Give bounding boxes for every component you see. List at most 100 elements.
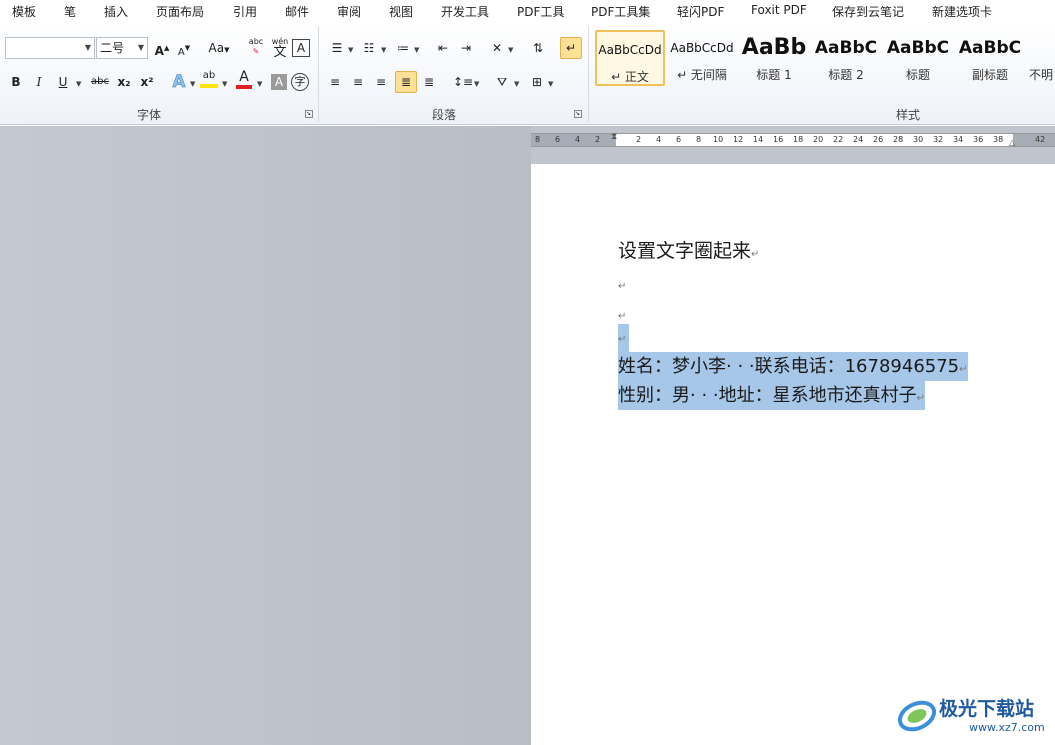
menu-item-view[interactable]: 视图: [389, 3, 413, 20]
menu-item-pdf-toolset[interactable]: PDF工具集: [591, 3, 650, 20]
doc-title-line[interactable]: 设置文字圈起来↵: [618, 236, 759, 263]
underline-button[interactable]: U: [52, 71, 74, 93]
subscript-button[interactable]: x₂: [113, 71, 135, 93]
chevron-down-icon[interactable]: ▼: [138, 38, 144, 58]
phonetic-guide-button[interactable]: wén 文: [269, 35, 291, 59]
highlight-dropdown-icon[interactable]: ▼: [222, 80, 227, 88]
style-preview: AaBbC: [886, 38, 950, 58]
ruler-tick: 42: [1035, 135, 1046, 144]
empty-paragraph[interactable]: ↵: [618, 304, 626, 323]
borders-button[interactable]: ⊞: [526, 71, 548, 93]
menu-item-save-cloud-note[interactable]: 保存到云笔记: [832, 3, 904, 20]
menu-item-template[interactable]: 模板: [12, 3, 36, 20]
numbering-dropdown-icon[interactable]: ▼: [381, 46, 386, 54]
menu-item-page-layout[interactable]: 页面布局: [156, 3, 204, 20]
line-spacing-dropdown-icon[interactable]: ▼: [474, 80, 479, 88]
shading-button[interactable]: ⛛: [491, 71, 513, 93]
style-no-spacing[interactable]: AaBbCcDd ↵ 无间隔: [667, 30, 737, 86]
underline-dropdown-icon[interactable]: ▼: [76, 80, 81, 88]
style-preview: AaBbCcDd: [598, 43, 662, 57]
right-indent-marker[interactable]: △: [1009, 138, 1015, 147]
font-dialog-launcher-icon[interactable]: ↘: [305, 110, 313, 118]
ruler-tick: 36: [973, 135, 984, 144]
chinese-layout-button[interactable]: ✕: [486, 37, 508, 59]
grow-font-button[interactable]: A▲: [151, 37, 173, 59]
ruler-tick: 16: [773, 135, 784, 144]
style-normal[interactable]: AaBbCcDd ↵ 正文: [595, 30, 665, 86]
gender-address-text: 性别：男· · ·地址：星系地市还真村子: [618, 385, 917, 406]
document-page[interactable]: 设置文字圈起来↵ ↵ ↵ ↵ 姓名：梦小李· · ·联系电话：167894657…: [531, 164, 1055, 745]
menu-item-lightpdf[interactable]: 轻闪PDF: [677, 3, 724, 20]
shading-dropdown-icon[interactable]: ▼: [514, 80, 519, 88]
change-case-button[interactable]: Aa▼: [204, 37, 234, 59]
selected-line-gender-address[interactable]: 性别：男· · ·地址：星系地市还真村子↵: [618, 381, 925, 410]
show-hide-marks-button[interactable]: ↵: [560, 37, 582, 59]
text-effect-button[interactable]: A: [168, 71, 190, 93]
ruler-tick: 6: [555, 135, 561, 144]
chevron-down-icon[interactable]: ▼: [85, 38, 91, 58]
italic-button[interactable]: I: [28, 71, 50, 93]
font-color-dropdown-icon[interactable]: ▼: [257, 80, 262, 88]
menu-item-insert[interactable]: 插入: [104, 3, 128, 20]
change-case-icon: Aa: [208, 41, 225, 55]
text-effect-dropdown-icon[interactable]: ▼: [190, 80, 195, 88]
distributed-button[interactable]: ≣: [418, 71, 440, 93]
bullets-dropdown-icon[interactable]: ▼: [348, 46, 353, 54]
justify-button[interactable]: ≣: [395, 71, 417, 93]
character-shading-button[interactable]: A: [271, 74, 287, 90]
ruler-area: 8 6 4 2 2 4 6 8 10 12 14 16 18 20 22 24 …: [531, 126, 1055, 164]
style-name: 标题 1: [756, 68, 792, 82]
bullets-button[interactable]: ☰: [326, 37, 348, 59]
selected-empty-paragraph[interactable]: ↵: [618, 324, 629, 352]
shrink-font-button[interactable]: A▼: [173, 37, 195, 59]
style-name: 不明: [1028, 68, 1053, 82]
style-heading-1[interactable]: AaBb 标题 1: [739, 30, 809, 86]
enclose-characters-button[interactable]: 字: [291, 73, 309, 91]
horizontal-ruler[interactable]: 8 6 4 2 2 4 6 8 10 12 14 16 18 20 22 24 …: [531, 132, 1055, 147]
menu-item-references[interactable]: 引用: [233, 3, 257, 20]
font-name-combo[interactable]: ▼: [5, 37, 95, 59]
paragraph-dialog-launcher-icon[interactable]: ↘: [574, 110, 582, 118]
first-line-indent-marker[interactable]: ⧗: [611, 132, 617, 142]
underline-icon: U: [58, 75, 68, 89]
highlight-button[interactable]: ab: [198, 69, 220, 91]
menu-item-review[interactable]: 审阅: [337, 3, 361, 20]
ruler-tick: 18: [793, 135, 804, 144]
style-subtle-emphasis[interactable]: 不明: [1027, 30, 1055, 86]
style-title[interactable]: AaBbC 标题: [883, 30, 953, 86]
font-color-button[interactable]: A: [233, 69, 255, 91]
font-size-combo[interactable]: 二号 ▼: [96, 37, 148, 59]
clear-format-icon: abc: [248, 37, 264, 46]
line-spacing-button[interactable]: ↕≡: [452, 71, 474, 93]
align-center-button[interactable]: ≡: [347, 71, 369, 93]
menu-item-mailings[interactable]: 邮件: [285, 3, 309, 20]
superscript-button[interactable]: x²: [136, 71, 158, 93]
ruler-tick: 4: [656, 135, 662, 144]
borders-dropdown-icon[interactable]: ▼: [548, 80, 553, 88]
style-subtitle[interactable]: AaBbC 副标题: [955, 30, 1025, 86]
strikethrough-button[interactable]: abc: [88, 71, 112, 93]
clear-format-button[interactable]: abc ✎: [245, 37, 267, 59]
multilevel-list-dropdown-icon[interactable]: ▼: [414, 46, 419, 54]
empty-paragraph[interactable]: ↵: [618, 274, 626, 293]
sort-button[interactable]: ⇅: [527, 37, 549, 59]
menu-item-developer[interactable]: 开发工具: [441, 3, 489, 20]
menu-item-pdf-tools[interactable]: PDF工具: [517, 3, 564, 20]
increase-indent-button[interactable]: ⇥: [455, 37, 477, 59]
menu-item-foxit-pdf[interactable]: Foxit PDF: [751, 3, 807, 17]
decrease-indent-button[interactable]: ⇤: [432, 37, 454, 59]
menu-item-pen[interactable]: 笔: [64, 3, 76, 20]
multilevel-list-button[interactable]: ≔: [392, 37, 414, 59]
align-right-button[interactable]: ≡: [370, 71, 392, 93]
chinese-layout-dropdown-icon[interactable]: ▼: [508, 46, 513, 54]
ruler-tick: 28: [893, 135, 904, 144]
doc-title: 设置文字圈起来: [618, 240, 752, 262]
menu-item-new-tab[interactable]: 新建选项卡: [932, 3, 992, 20]
character-border-button[interactable]: A: [292, 39, 310, 57]
style-heading-2[interactable]: AaBbC 标题 2: [811, 30, 881, 86]
align-left-button[interactable]: ≡: [324, 71, 346, 93]
numbering-button[interactable]: ☷: [358, 37, 380, 59]
styles-group-label: 样式: [896, 108, 921, 122]
bold-button[interactable]: B: [5, 71, 27, 93]
selected-line-name-phone[interactable]: 姓名：梦小李· · ·联系电话：1678946575↵: [618, 352, 968, 381]
